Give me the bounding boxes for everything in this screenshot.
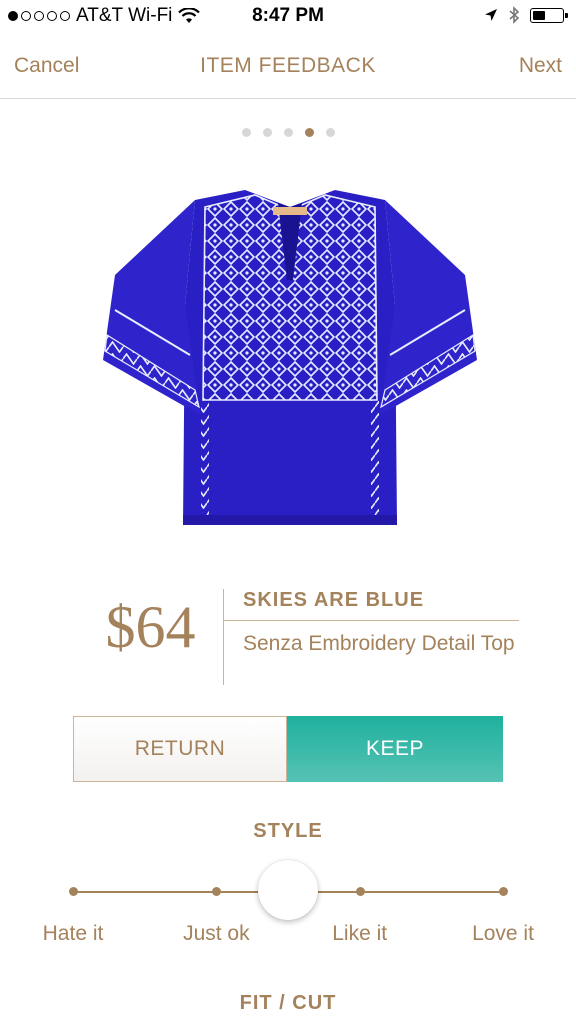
slider-option-label[interactable]: Just ok xyxy=(156,922,276,946)
price: $64 xyxy=(105,594,196,660)
product-image xyxy=(103,190,477,525)
page-dot[interactable] xyxy=(283,128,293,137)
page-dot[interactable] xyxy=(262,128,272,137)
bluetooth-icon xyxy=(509,6,520,24)
nav-bar: Cancel ITEM FEEDBACK Next xyxy=(0,34,576,99)
page-dot[interactable] xyxy=(241,128,251,137)
next-button[interactable]: Next xyxy=(519,54,562,78)
slider-option-label[interactable]: Like it xyxy=(300,922,420,946)
page-dot[interactable] xyxy=(325,128,335,137)
divider xyxy=(223,589,224,685)
brand-name: SKIES ARE BLUE xyxy=(243,589,425,611)
style-slider[interactable] xyxy=(0,860,576,924)
keep-button[interactable]: KEEP xyxy=(287,716,503,782)
fit-cut-section-title: FIT / CUT xyxy=(239,992,337,1014)
product-info: $64 SKIES ARE BLUE Senza Embroidery Deta… xyxy=(0,585,576,685)
slider-option-label[interactable]: Love it xyxy=(443,922,563,946)
divider xyxy=(223,620,519,621)
slider-thumb[interactable] xyxy=(258,860,318,920)
slider-stop[interactable] xyxy=(69,887,78,896)
page-title: ITEM FEEDBACK xyxy=(200,54,376,77)
page-indicator[interactable] xyxy=(0,128,576,137)
page-dot[interactable] xyxy=(304,128,314,137)
battery-level xyxy=(533,10,545,20)
slider-stop[interactable] xyxy=(499,887,508,896)
decision-buttons: RETURN KEEP xyxy=(73,716,503,782)
style-slider-labels: Hate it Just ok Like it Love it xyxy=(0,922,576,952)
slider-stop[interactable] xyxy=(355,887,365,896)
style-section-title: STYLE xyxy=(253,820,323,842)
return-button[interactable]: RETURN xyxy=(73,716,287,782)
slider-stop[interactable] xyxy=(212,887,222,896)
status-right xyxy=(484,6,568,24)
item-name: Senza Embroidery Detail Top xyxy=(243,632,515,655)
location-arrow-icon xyxy=(485,9,497,21)
battery-icon xyxy=(530,7,568,23)
status-bar: AT&T Wi-Fi 8:47 PM xyxy=(0,0,576,34)
slider-option-label[interactable]: Hate it xyxy=(13,922,133,946)
